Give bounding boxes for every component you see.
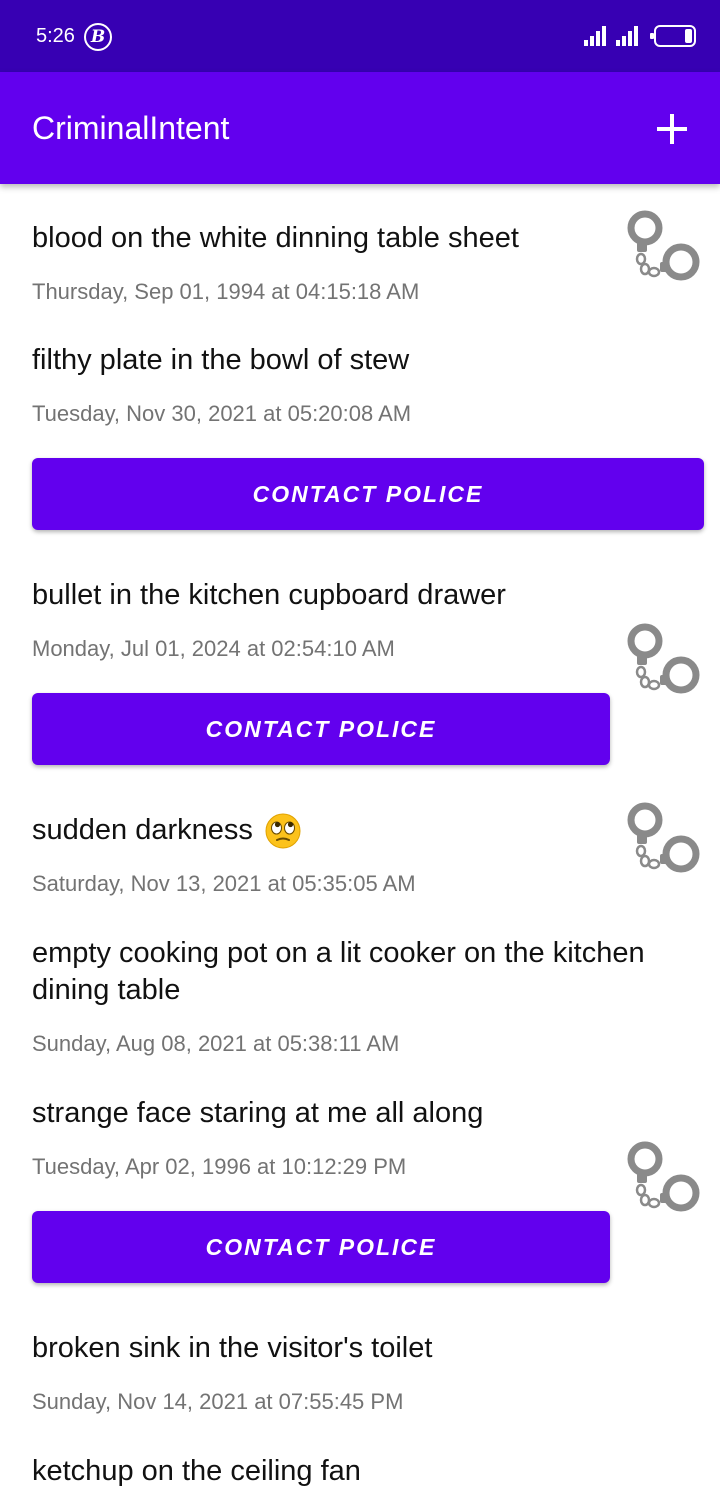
crime-title: empty cooking pot on a lit cooker on the… — [32, 937, 645, 969]
crime-title: dining table — [32, 974, 181, 1006]
crime-date: Tuesday, Nov 30, 2021 at 05:20:08 AM — [32, 401, 412, 426]
status-bar: 5:26 B — [0, 0, 720, 72]
crime-date: Tuesday, Apr 02, 1996 at 10:12:29 PM — [32, 1154, 407, 1179]
app-bar: CriminalIntent — [0, 72, 720, 184]
crime-list-item[interactable]: bullet in the kitchen cupboard drawer Mo… — [0, 561, 720, 783]
crime-date: Sunday, Aug 08, 2021 at 05:38:11 AM — [32, 1031, 400, 1056]
crime-title: strange face staring at me all along — [32, 1097, 484, 1129]
contact-police-button[interactable]: CONTACT POLICE — [32, 1211, 610, 1283]
crime-title: sudden darkness — [32, 812, 301, 849]
crime-title: ketchup on the ceiling fan — [32, 1455, 361, 1487]
crime-list-item[interactable]: broken sink in the visitor's toilet Sund… — [0, 1314, 720, 1424]
contact-police-button[interactable]: CONTACT POLICE — [32, 693, 610, 765]
contact-police-button[interactable]: CONTACT POLICE — [32, 458, 704, 530]
handcuffs-icon — [627, 1141, 700, 1212]
crime-date: Saturday, Nov 13, 2021 at 05:35:05 AM — [32, 871, 416, 896]
crime-date: Thursday, Sep 01, 1994 at 04:15:18 AM — [32, 279, 420, 304]
signal-icon — [616, 24, 640, 46]
crime-list-item[interactable]: filthy plate in the bowl of stew Tuesday… — [0, 326, 720, 546]
crime-title: filthy plate in the bowl of stew — [32, 344, 410, 376]
crime-list-item[interactable]: sudden darkness Saturday, Nov 13, 2021 a… — [0, 796, 720, 906]
crime-list[interactable]: blood on the white dinning table sheet T… — [0, 184, 720, 1500]
crime-title: blood on the white dinning table sheet — [32, 222, 519, 254]
crime-date: Sunday, Nov 14, 2021 at 07:55:45 PM — [32, 1389, 404, 1414]
crime-list-item[interactable]: strange face staring at me all along Tue… — [0, 1079, 720, 1301]
status-time: 5:26 — [36, 25, 75, 47]
crime-title: bullet in the kitchen cupboard drawer — [32, 579, 506, 611]
handcuffs-icon — [627, 210, 700, 281]
app-title: CriminalIntent — [32, 110, 230, 146]
add-icon[interactable] — [655, 112, 689, 146]
battery-icon — [650, 25, 696, 47]
signal-icon — [584, 24, 608, 46]
bitcoin-icon: B — [84, 23, 112, 51]
crime-title: broken sink in the visitor's toilet — [32, 1332, 433, 1364]
crime-list-item[interactable]: ketchup on the ceiling fan — [0, 1437, 720, 1500]
handcuffs-icon — [627, 623, 700, 694]
crime-date: Monday, Jul 01, 2024 at 02:54:10 AM — [32, 636, 395, 661]
handcuffs-icon — [627, 802, 700, 873]
crime-list-item[interactable]: blood on the white dinning table sheet T… — [0, 204, 720, 314]
crime-list-item[interactable]: empty cooking pot on a lit cooker on the… — [0, 919, 720, 1065]
face-with-rolling-eyes-icon — [265, 813, 301, 849]
